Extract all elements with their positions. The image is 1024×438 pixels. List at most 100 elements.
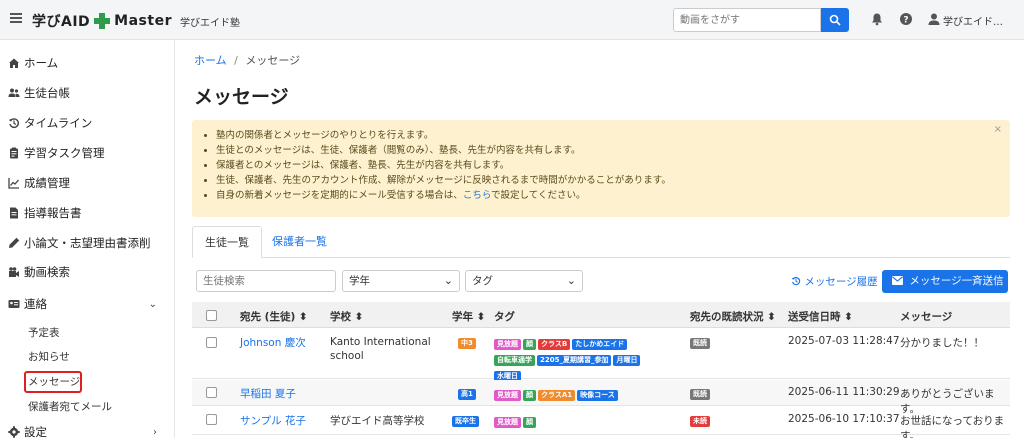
history-icon [8, 118, 19, 128]
main-content: ホーム / メッセージ メッセージ 塾内の関係者とメッセージのやりとりを行えます… [176, 40, 1024, 438]
page-title: メッセージ [194, 86, 289, 108]
tag-badge: たしかめエイド [572, 339, 628, 350]
sidebar-sub-notices[interactable]: お知らせ [28, 349, 70, 364]
message-cell: お世話になっております。 [900, 415, 1005, 438]
sidebar-item-label: 動画検索 [24, 265, 70, 279]
row-checkbox[interactable] [206, 337, 217, 348]
col-school[interactable]: 学校 ⬍ [330, 309, 363, 324]
tag-badge: 顔 [523, 390, 536, 401]
bulk-send-button[interactable]: メッセージ一斉送信 [882, 270, 1008, 293]
sidebar-item-home[interactable]: ホーム [0, 49, 175, 77]
select-all-checkbox[interactable] [206, 310, 217, 321]
read-status-cell: 既読 [690, 387, 712, 402]
tag-badge: 見放題 [494, 339, 521, 350]
chevron-down-icon[interactable]: ⌄ [149, 299, 157, 310]
grade-select[interactable]: 学年 ⌄ [342, 270, 460, 292]
breadcrumb-home[interactable]: ホーム [194, 54, 227, 67]
col-datetime[interactable]: 送受信日時 ⬍ [788, 309, 853, 324]
table-header: 宛先 (生徒) ⬍ 学校 ⬍ 学年 ⬍ タグ 宛先の既読状況 ⬍ 送受信日時 ⬍… [192, 302, 1010, 328]
tag-list: 見放題顔クラスA1 映像コース [494, 387, 664, 403]
tag-badge: 顔 [523, 417, 536, 428]
datetime-cell: 2025-06-10 17:10:37 [788, 413, 900, 425]
help-icon[interactable]: ? [899, 12, 913, 26]
bulk-send-label: メッセージ一斉送信 [909, 275, 1004, 287]
col-grade[interactable]: 学年 ⬍ [452, 309, 485, 324]
alert-line: 自身の新着メッセージを定期的にメール受信する場合は、こちらで設定してください。 [216, 188, 1010, 203]
envelope-icon [892, 276, 903, 285]
recipient-name-link[interactable]: Johnson 慶次 [240, 335, 306, 350]
search-button[interactable] [821, 8, 849, 32]
bell-icon[interactable] [870, 12, 884, 26]
sidebar-item-label: 小論文・志望理由書添削 [24, 236, 151, 250]
table-row[interactable]: サンプル 花子 学びエイド高等学校 既卒生 見放題顔 未読 2025-06-10… [192, 407, 1010, 438]
grade-cell: 既卒生 [452, 414, 481, 429]
datetime-cell: 2025-07-03 11:28:47 [788, 335, 900, 347]
row-checkbox[interactable] [206, 414, 217, 425]
row-checkbox[interactable] [206, 387, 217, 398]
sidebar-sub-parent-mail[interactable]: 保護者宛てメール [28, 399, 112, 414]
breadcrumb: ホーム / メッセージ [194, 52, 300, 68]
svg-text:?: ? [903, 15, 908, 25]
app-logo[interactable]: 学びAID Master 学びエイド塾 [32, 11, 240, 31]
sidebar-item-timeline[interactable]: タイムライン [0, 109, 175, 137]
table-row[interactable]: Johnson 慶次 Kanto International school 中3… [192, 329, 1010, 382]
chevron-down-icon: ⌄ [443, 274, 453, 287]
tag-badge: 月曜日 [613, 355, 641, 366]
logo-text-left: 学びAID [32, 14, 91, 30]
recipient-name-link[interactable]: サンプル 花子 [240, 413, 306, 428]
col-recipient[interactable]: 宛先 (生徒) ⬍ [240, 309, 308, 324]
message-history-link[interactable]: メッセージ履歴 [791, 274, 878, 289]
alert-settings-link[interactable]: こちら [463, 190, 491, 201]
users-icon [8, 88, 20, 97]
tab-students[interactable]: 生徒一覧 [192, 226, 262, 258]
logo-subtitle: 学びエイド塾 [179, 17, 240, 29]
grade-badge: 高1 [458, 389, 476, 400]
user-name[interactable]: 学びエイド… [943, 13, 1003, 28]
sidebar-item-grades[interactable]: 成績管理 [0, 169, 175, 197]
alert-text: 自身の新着メッセージを定期的にメール受信する場合は、 [216, 190, 463, 201]
cross-logo-icon [94, 13, 111, 29]
chevron-right-icon[interactable]: › [153, 427, 157, 438]
hamburger-menu-icon[interactable] [10, 13, 22, 23]
student-search-input[interactable] [196, 270, 336, 292]
sidebar-item-label: 指導報告書 [24, 206, 82, 220]
sidebar-item-reports[interactable]: 指導報告書 [0, 199, 175, 227]
sidebar-sub-schedule[interactable]: 予定表 [28, 325, 60, 340]
sidebar-item-label: 成績管理 [24, 176, 70, 190]
recipient-name-link[interactable]: 早稲田 夏子 [240, 386, 296, 401]
alert-line: 生徒、保護者、先生のアカウント作成、解除がメッセージに反映されるまで時間がかかる… [216, 173, 1010, 188]
tab-parents[interactable]: 保護者一覧 [260, 226, 339, 258]
history-link-label: メッセージ履歴 [804, 276, 878, 288]
active-item-highlight [24, 371, 82, 393]
info-alert: 塾内の関係者とメッセージのやりとりを行えます。 生徒とのメッセージは、生徒、保護… [192, 120, 1010, 217]
sidebar-item-video-search[interactable]: 動画検索 [0, 258, 175, 286]
grade-cell: 中3 [458, 336, 478, 351]
sidebar-item-essay[interactable]: 小論文・志望理由書添削 [0, 229, 175, 257]
tag-badge: 映像コース [577, 390, 618, 401]
user-icon[interactable] [927, 12, 941, 26]
close-icon[interactable]: × [994, 124, 1002, 135]
tag-select[interactable]: タグ ⌄ [465, 270, 583, 292]
sidebar-item-label: タイムライン [24, 116, 93, 130]
contact-icon [8, 300, 20, 308]
sidebar-item-settings[interactable]: 設定 › [0, 418, 175, 438]
sidebar-item-students[interactable]: 生徒台帳 [0, 79, 175, 107]
sidebar-item-tasks[interactable]: 学習タスク管理 [0, 139, 175, 167]
document-icon [10, 207, 18, 219]
tag-badge: クラスB [538, 339, 571, 350]
grade-badge: 既卒生 [452, 416, 479, 427]
sidebar-item-label: 設定 [24, 425, 47, 438]
breadcrumb-current: メッセージ [245, 54, 301, 67]
sidebar-item-label: 学習タスク管理 [24, 146, 105, 160]
col-read-status[interactable]: 宛先の既読状況 ⬍ [690, 309, 776, 324]
table-row[interactable]: 早稲田 夏子 高1 見放題顔クラスA1 映像コース 既読 2025-06-11 1… [192, 380, 1010, 415]
pen-icon [9, 237, 20, 248]
tab-bar: 生徒一覧 保護者一覧 [192, 226, 1010, 258]
tag-badge: 2205_夏期講習_参加 [537, 355, 612, 366]
read-status-cell: 未読 [690, 414, 712, 429]
breadcrumb-separator: / [234, 54, 238, 67]
sidebar-item-contact[interactable]: 連絡 ⌄ [0, 290, 175, 318]
search-icon [829, 14, 841, 26]
tag-badge: クラスA1 [538, 390, 576, 401]
video-search-input[interactable] [673, 8, 821, 32]
